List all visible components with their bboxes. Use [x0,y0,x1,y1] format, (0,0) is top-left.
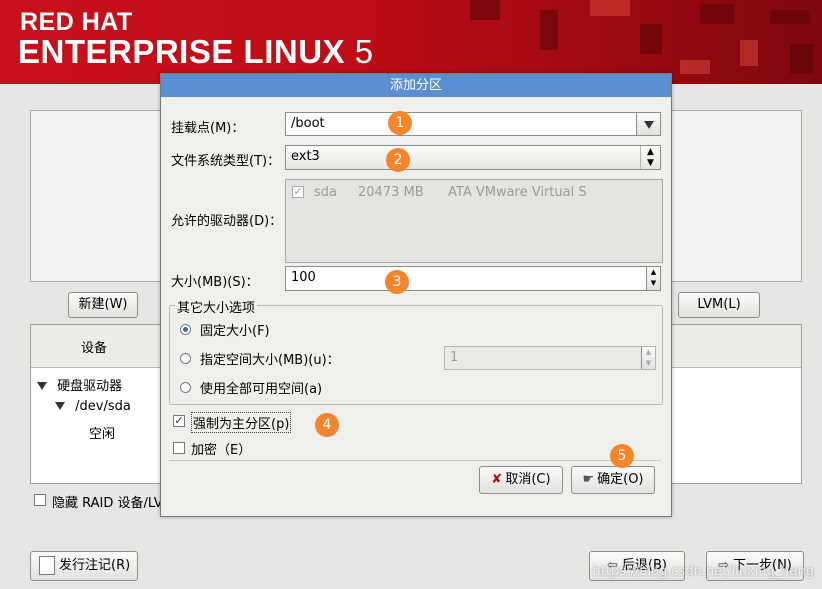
spin-arrows-icon[interactable]: ▲ ▼ [641,347,655,369]
tree-item-disks[interactable]: 硬盘驱动器 [37,375,122,394]
encrypt-label: 加密（E） [191,443,252,458]
new-partition-button[interactable]: 新建(W) [68,292,138,318]
ok-hand-icon: ☛ [582,472,595,487]
tree-item-free[interactable]: 空闲 [89,423,115,442]
up-to-label: 指定空间大小(MB)(u)： [200,353,340,368]
annotation-badge-1: 1 [388,111,412,135]
redhat-banner: RED HAT ENTERPRISE LINUX 5 [0,0,822,84]
drive-checkbox[interactable]: ✓ [292,186,304,198]
watermark: https://blog.csdn.net/liuxing_hang [592,564,814,579]
drive-name: sda [314,185,337,200]
dialog-title: 添加分区 [161,74,671,97]
drives-label: 允许的驱动器(D)： [171,214,283,229]
radio-fixed-size[interactable] [180,324,191,335]
other-size-legend: 其它大小选项 [175,297,258,316]
column-device: 设备 [81,341,108,356]
document-icon [39,556,55,575]
up-to-spinbutton[interactable]: 1 ▲ ▼ [444,346,656,370]
tree-item-sda[interactable]: /dev/sda [55,399,131,414]
hide-raid-label: 隐藏 RAID 设备/LV [52,496,163,511]
fixed-size-label: 固定大小(F) [200,324,270,339]
annotation-badge-3: 3 [385,270,409,294]
mount-point-label: 挂载点(M)： [171,121,245,136]
expander-icon[interactable] [55,402,65,410]
radio-up-to[interactable] [180,353,191,364]
drive-size: 20473 MB [358,185,424,200]
drives-list[interactable]: ✓ sda 20473 MB ATA VMware Virtual S [285,179,663,263]
force-primary-checkbox[interactable]: ✓ [173,415,185,427]
other-size-options: 其它大小选项 固定大小(F) 指定空间大小(MB)(u)： 1 ▲ ▼ 使用全部可… [169,297,663,405]
size-label: 大小(MB)(S)： [171,275,259,290]
force-primary-label: 强制为主分区(p) [191,412,292,433]
fstype-select[interactable]: ext3 ▲ ▼ [285,145,661,170]
hide-raid-checkbox[interactable] [34,494,46,506]
lvm-button[interactable]: LVM(L) [678,292,760,318]
mount-point-combo[interactable]: /boot [285,112,661,136]
encrypt-checkbox[interactable] [173,442,185,454]
fstype-label: 文件系统类型(T)： [171,154,281,169]
banner-title-line2: ENTERPRISE LINUX 5 [18,33,374,70]
size-spinbutton[interactable]: 100 ▲ ▼ [285,266,661,291]
dropdown-arrow-icon[interactable] [636,113,660,135]
annotation-badge-5: 5 [610,444,634,468]
updown-icon: ▲ ▼ [640,146,660,169]
dialog-separator [169,460,661,461]
expander-icon[interactable] [37,382,47,390]
fill-all-label: 使用全部可用空间(a) [200,382,323,397]
spin-arrows-icon[interactable]: ▲ ▼ [646,267,660,290]
cancel-button[interactable]: ✘ 取消(C) [479,466,563,494]
cancel-x-icon: ✘ [491,472,503,487]
drive-model: ATA VMware Virtual S [448,185,587,200]
release-notes-button[interactable]: 发行注记(R) [30,551,138,581]
radio-fill-all[interactable] [180,382,191,393]
annotation-badge-2: 2 [386,148,410,172]
add-partition-dialog: 添加分区 挂载点(M)： /boot 文件系统类型(T)： ext3 ▲ ▼ 允许… [160,73,672,517]
annotation-badge-4: 4 [315,413,339,437]
ok-button[interactable]: ☛ 确定(O) [571,466,655,494]
